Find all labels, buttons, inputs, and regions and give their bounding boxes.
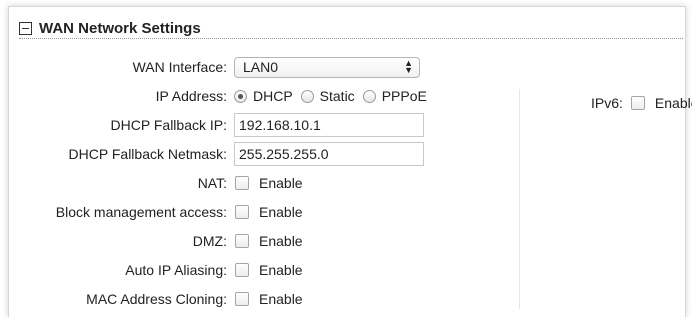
- dmz-row: DMZ: Enable: [9, 228, 509, 254]
- auto-ip-aliasing-checkbox[interactable]: [235, 263, 249, 277]
- dhcp-fallback-netmask-label: DHCP Fallback Netmask:: [68, 146, 227, 162]
- block-management-enable-label: Enable: [259, 204, 303, 220]
- nat-row: NAT: Enable: [9, 170, 509, 196]
- collapse-icon[interactable]: [19, 21, 32, 35]
- ipv6-row: IPv6: Enable: [591, 90, 692, 116]
- nat-label: NAT:: [197, 175, 227, 191]
- radio-static[interactable]: [300, 89, 314, 103]
- mac-cloning-row: MAC Address Cloning: Enable: [9, 286, 509, 312]
- dhcp-fallback-ip-row: DHCP Fallback IP:: [9, 112, 509, 138]
- section-header[interactable]: WAN Network Settings: [19, 18, 201, 38]
- radio-pppoe-label: PPPoE: [381, 88, 427, 104]
- ipv6-label: IPv6:: [591, 95, 623, 111]
- ip-address-label: IP Address:: [155, 88, 227, 104]
- auto-ip-aliasing-enable-label: Enable: [259, 262, 303, 278]
- wan-interface-select[interactable]: LAN0 ▲ ▼: [234, 56, 420, 78]
- auto-ip-aliasing-row: Auto IP Aliasing: Enable: [9, 257, 509, 283]
- ipv6-checkbox[interactable]: [630, 96, 645, 110]
- dhcp-fallback-ip-label: DHCP Fallback IP:: [110, 117, 227, 133]
- column-divider: [519, 89, 520, 309]
- wan-interface-value: LAN0: [243, 59, 279, 75]
- header-divider: [19, 38, 683, 39]
- block-management-label: Block management access:: [55, 204, 227, 220]
- dmz-enable-label: Enable: [259, 233, 303, 249]
- wan-interface-row: WAN Interface: LAN0 ▲ ▼: [9, 54, 509, 80]
- auto-ip-aliasing-label: Auto IP Aliasing:: [125, 262, 227, 278]
- mac-cloning-enable-label: Enable: [259, 291, 303, 307]
- wan-network-settings-panel: WAN Network Settings WAN Interface: LAN0…: [8, 6, 692, 317]
- mac-cloning-label: MAC Address Cloning:: [86, 291, 227, 307]
- ip-address-row: IP Address: DHCP Static PPPoE: [9, 83, 509, 109]
- ipv6-enable-label: Enable: [654, 95, 692, 111]
- radio-static-label: Static: [319, 88, 355, 104]
- nat-enable-label: Enable: [259, 175, 303, 191]
- radio-dhcp[interactable]: [234, 89, 247, 103]
- dmz-label: DMZ:: [192, 233, 227, 249]
- wan-interface-label: WAN Interface:: [132, 59, 227, 75]
- radio-pppoe[interactable]: [362, 89, 376, 103]
- dhcp-fallback-netmask-input[interactable]: [234, 142, 424, 166]
- block-management-checkbox[interactable]: [235, 205, 249, 219]
- nat-checkbox[interactable]: [235, 176, 249, 190]
- dhcp-fallback-ip-input[interactable]: [234, 113, 424, 137]
- dhcp-fallback-netmask-row: DHCP Fallback Netmask:: [9, 141, 509, 167]
- mac-cloning-checkbox[interactable]: [235, 292, 249, 306]
- up-down-arrows-icon: ▲ ▼: [404, 58, 413, 75]
- section-title: WAN Network Settings: [39, 19, 201, 37]
- dmz-checkbox[interactable]: [235, 234, 249, 248]
- block-management-row: Block management access: Enable: [9, 199, 509, 225]
- radio-dhcp-label: DHCP: [253, 88, 293, 104]
